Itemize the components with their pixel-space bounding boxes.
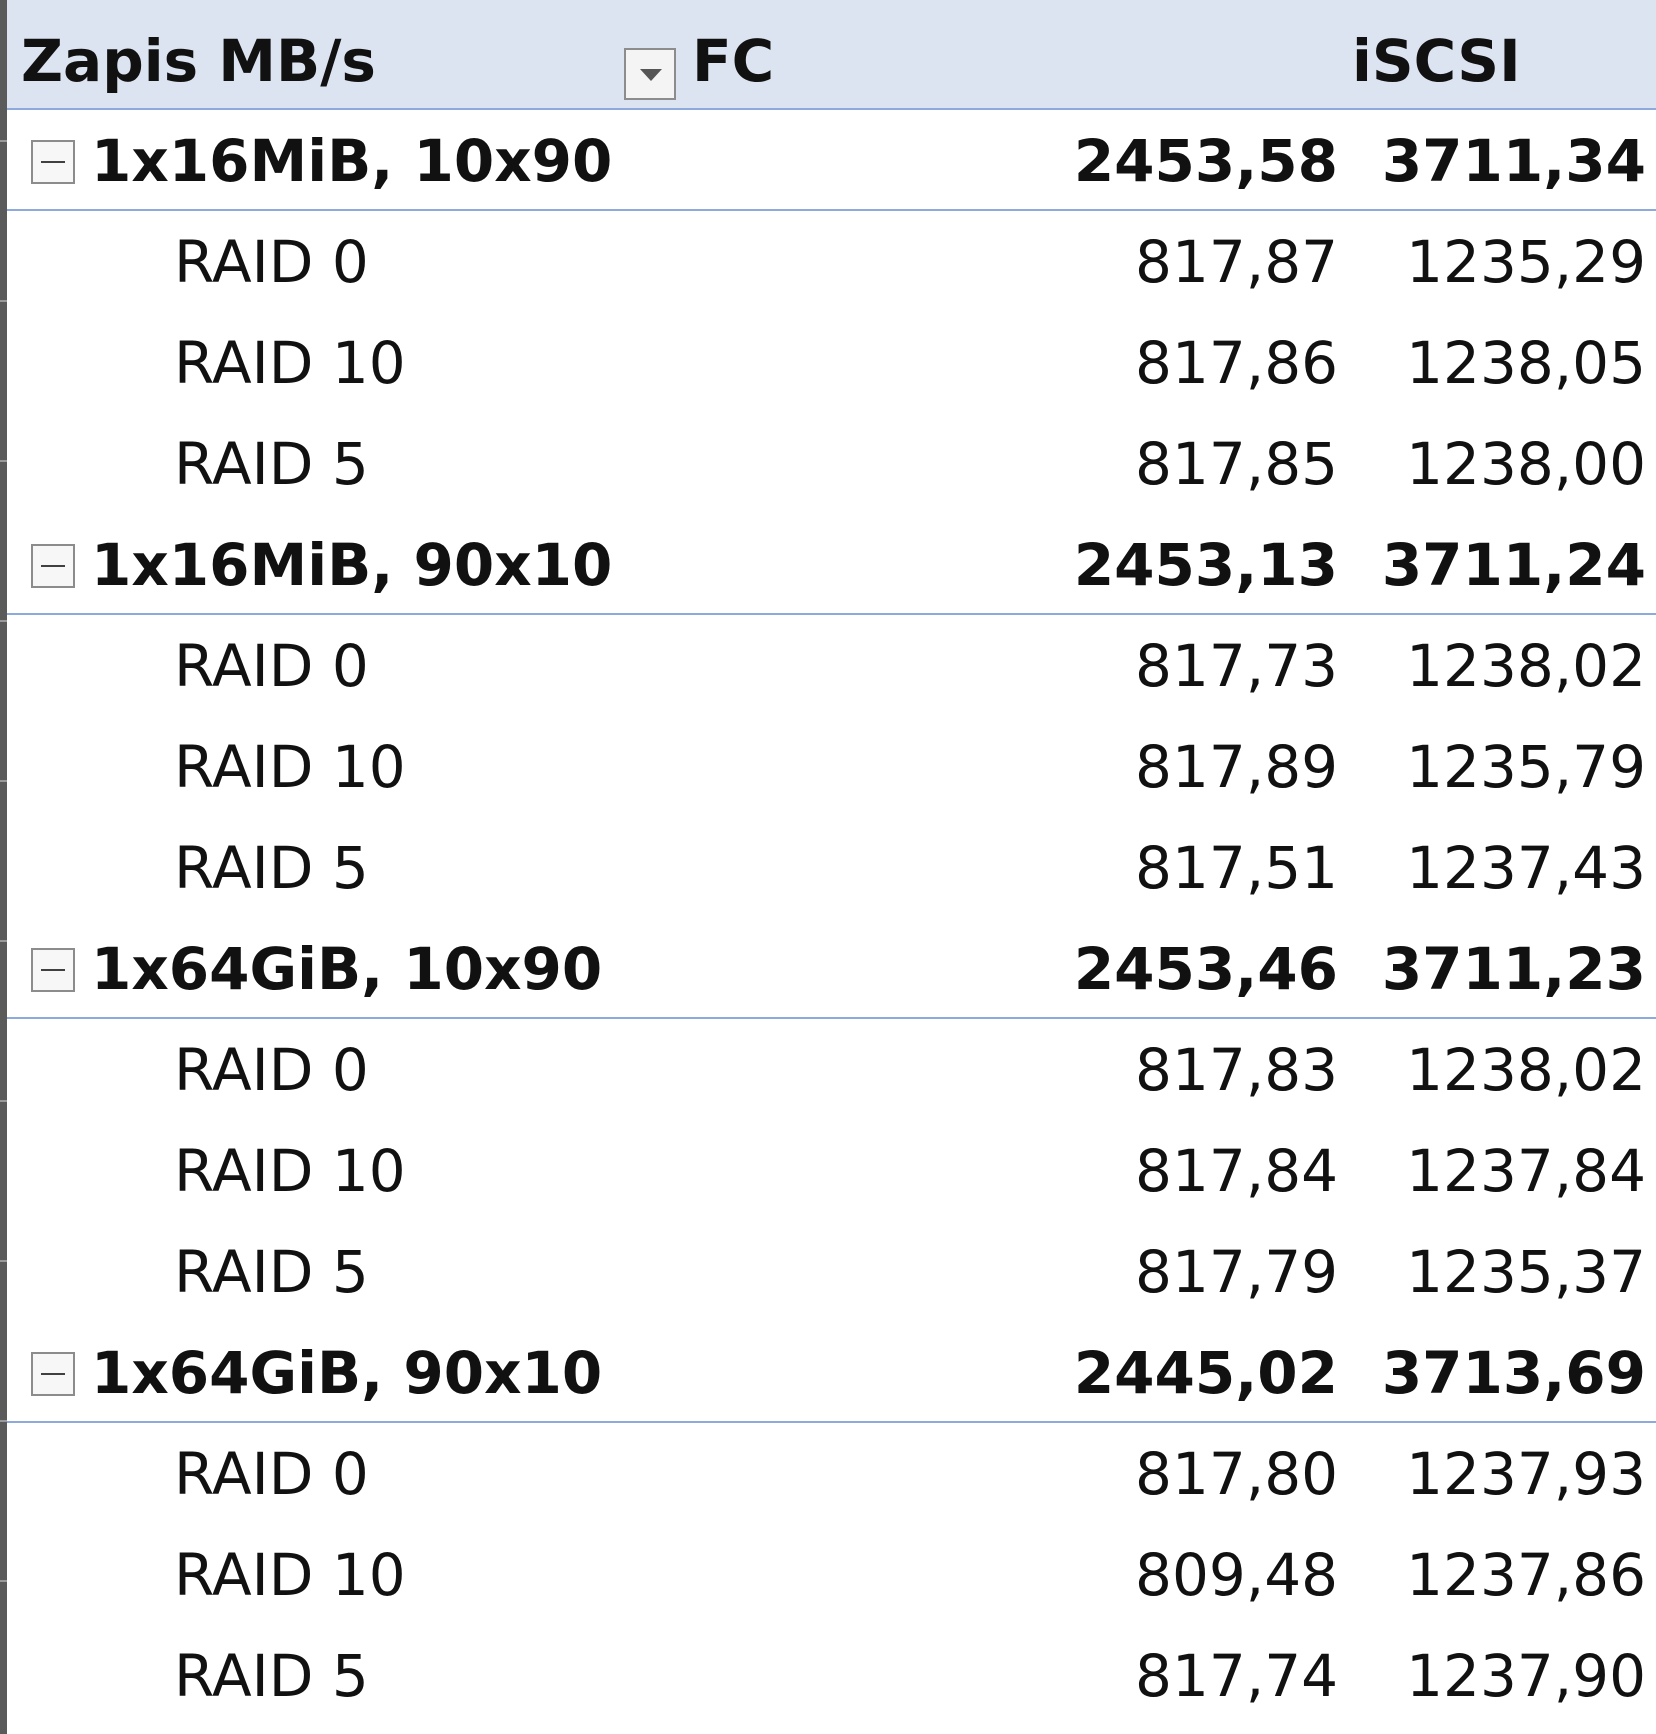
item-iscsi-value: 1235,37 xyxy=(1406,1238,1646,1306)
item-row: RAID 0 817,83 1238,02 xyxy=(7,1019,1656,1120)
group-iscsi-total: 3711,34 xyxy=(1381,127,1646,195)
group-fc-total: 2445,02 xyxy=(1073,1339,1338,1407)
item-iscsi-value: 1238,02 xyxy=(1406,1036,1646,1104)
group-label: 1x16MiB, 10x90 xyxy=(91,127,613,195)
collapse-toggle[interactable] xyxy=(31,1352,75,1396)
item-row: RAID 5 817,74 1237,90 xyxy=(7,1625,1656,1726)
group-row: 1x64GiB, 10x90 2453,46 3711,23 xyxy=(7,918,1656,1019)
pivot-table: Zapis MB/s FC iSCSI 1x16MiB, 10x90 2453,… xyxy=(7,0,1656,1726)
minus-box-icon xyxy=(41,969,65,971)
item-row: RAID 5 817,79 1235,37 xyxy=(7,1221,1656,1322)
item-fc-value: 817,80 xyxy=(1135,1440,1338,1508)
item-label: RAID 10 xyxy=(174,733,406,801)
sheet-left-edge xyxy=(0,0,7,1734)
item-row: RAID 5 817,51 1237,43 xyxy=(7,817,1656,918)
item-iscsi-value: 1237,43 xyxy=(1406,834,1646,902)
item-iscsi-value: 1235,29 xyxy=(1406,228,1646,296)
item-iscsi-value: 1237,93 xyxy=(1406,1440,1646,1508)
item-label: RAID 10 xyxy=(174,1137,406,1205)
item-row: RAID 10 809,48 1237,86 xyxy=(7,1524,1656,1625)
item-label: RAID 0 xyxy=(174,228,369,296)
item-label: RAID 0 xyxy=(174,1036,369,1104)
group-fc-total: 2453,13 xyxy=(1073,531,1338,599)
item-fc-value: 817,83 xyxy=(1135,1036,1338,1104)
item-fc-value: 817,85 xyxy=(1135,430,1338,498)
item-label: RAID 0 xyxy=(174,632,369,700)
item-row: RAID 10 817,84 1237,84 xyxy=(7,1120,1656,1221)
item-row: RAID 10 817,89 1235,79 xyxy=(7,716,1656,817)
item-iscsi-value: 1238,02 xyxy=(1406,632,1646,700)
group-iscsi-total: 3713,69 xyxy=(1381,1339,1646,1407)
column-header-iscsi: iSCSI xyxy=(1352,27,1521,95)
item-fc-value: 817,79 xyxy=(1135,1238,1338,1306)
collapse-toggle[interactable] xyxy=(31,948,75,992)
dropdown-arrow-icon xyxy=(640,69,662,81)
item-fc-value: 817,84 xyxy=(1135,1137,1338,1205)
row-filter-dropdown[interactable] xyxy=(624,48,676,100)
item-row: RAID 5 817,85 1238,00 xyxy=(7,413,1656,514)
item-label: RAID 10 xyxy=(174,329,406,397)
item-row: RAID 0 817,80 1237,93 xyxy=(7,1423,1656,1524)
item-fc-value: 817,51 xyxy=(1135,834,1338,902)
collapse-toggle[interactable] xyxy=(31,140,75,184)
item-fc-value: 817,87 xyxy=(1135,228,1338,296)
group-row: 1x16MiB, 90x10 2453,13 3711,24 xyxy=(7,514,1656,615)
item-label: RAID 0 xyxy=(174,1440,369,1508)
item-iscsi-value: 1237,86 xyxy=(1406,1541,1646,1609)
group-row: 1x64GiB, 90x10 2445,02 3713,69 xyxy=(7,1322,1656,1423)
pivot-title: Zapis MB/s xyxy=(21,27,376,95)
pivot-body: 1x16MiB, 10x90 2453,58 3711,34 RAID 0 81… xyxy=(7,110,1656,1726)
item-fc-value: 817,89 xyxy=(1135,733,1338,801)
group-label: 1x64GiB, 10x90 xyxy=(91,935,603,1003)
minus-box-icon xyxy=(41,565,65,567)
item-iscsi-value: 1235,79 xyxy=(1406,733,1646,801)
collapse-toggle[interactable] xyxy=(31,544,75,588)
minus-box-icon xyxy=(41,1373,65,1375)
item-label: RAID 5 xyxy=(174,430,369,498)
item-label: RAID 5 xyxy=(174,834,369,902)
item-fc-value: 817,86 xyxy=(1135,329,1338,397)
item-row: RAID 0 817,87 1235,29 xyxy=(7,211,1656,312)
item-iscsi-value: 1238,00 xyxy=(1406,430,1646,498)
column-header-fc: FC xyxy=(692,27,775,95)
item-fc-value: 817,74 xyxy=(1135,1642,1338,1710)
minus-box-icon xyxy=(41,161,65,163)
group-iscsi-total: 3711,24 xyxy=(1381,531,1646,599)
group-label: 1x64GiB, 90x10 xyxy=(91,1339,603,1407)
item-label: RAID 5 xyxy=(174,1642,369,1710)
item-fc-value: 809,48 xyxy=(1135,1541,1338,1609)
group-iscsi-total: 3711,23 xyxy=(1381,935,1646,1003)
item-label: RAID 5 xyxy=(174,1238,369,1306)
group-fc-total: 2453,58 xyxy=(1073,127,1338,195)
item-iscsi-value: 1238,05 xyxy=(1406,329,1646,397)
group-label: 1x16MiB, 90x10 xyxy=(91,531,613,599)
item-fc-value: 817,73 xyxy=(1135,632,1338,700)
item-iscsi-value: 1237,90 xyxy=(1406,1642,1646,1710)
item-label: RAID 10 xyxy=(174,1541,406,1609)
pivot-header-row: Zapis MB/s FC iSCSI xyxy=(7,0,1656,110)
group-row: 1x16MiB, 10x90 2453,58 3711,34 xyxy=(7,110,1656,211)
group-fc-total: 2453,46 xyxy=(1073,935,1338,1003)
item-iscsi-value: 1237,84 xyxy=(1406,1137,1646,1205)
item-row: RAID 0 817,73 1238,02 xyxy=(7,615,1656,716)
item-row: RAID 10 817,86 1238,05 xyxy=(7,312,1656,413)
